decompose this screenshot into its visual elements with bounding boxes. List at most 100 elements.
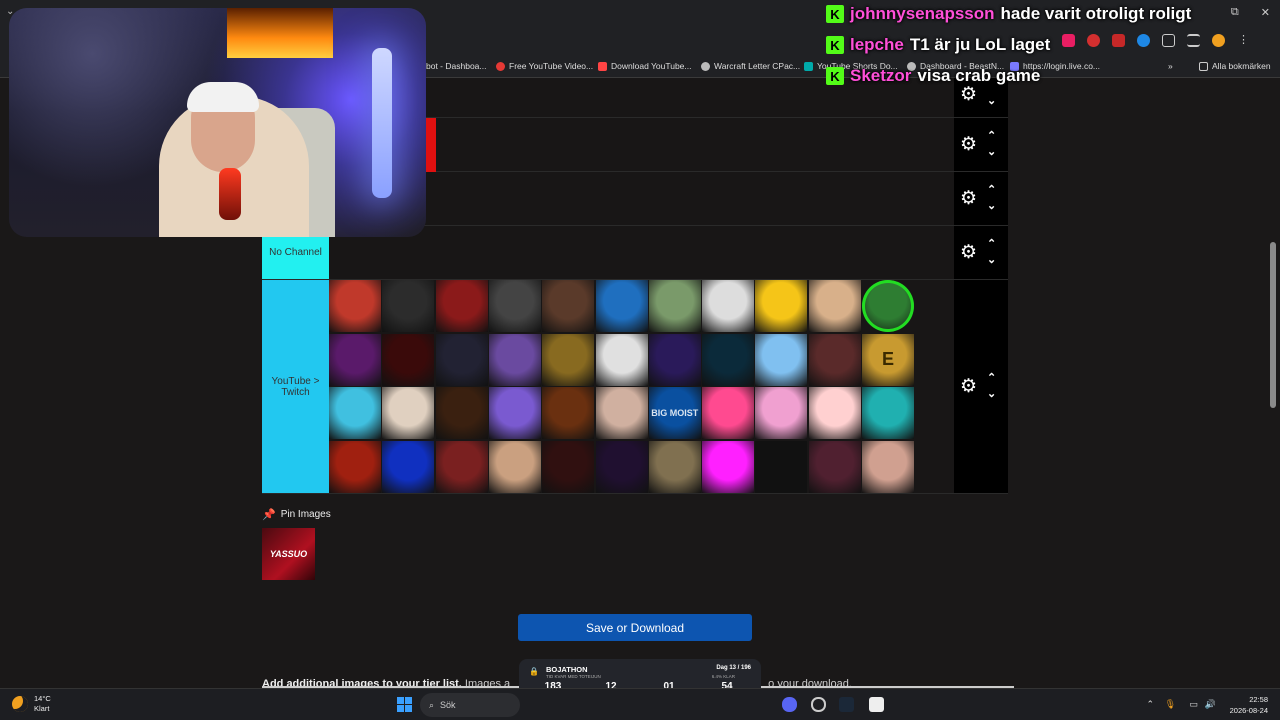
tier-image-tile[interactable] [488,280,541,332]
tier-image-tile[interactable] [542,387,595,439]
tier-image-tile[interactable] [595,387,648,439]
gear-icon[interactable]: ⚙ [960,377,978,396]
tier-image-tile[interactable] [329,387,381,439]
tier-image-tile[interactable] [808,280,861,332]
bookmark-overflow-chevron[interactable]: » [1168,61,1173,71]
profile-avatar[interactable] [1212,34,1225,47]
tier-image-tile[interactable]: BIG MOIST [648,387,701,439]
tier-image-tile[interactable] [542,280,595,332]
tier-image-tile[interactable] [542,440,595,493]
extension-icon[interactable] [1062,34,1075,47]
bookmark-item[interactable]: Download YouTube... [598,61,692,71]
extension-icon[interactable] [1137,34,1150,47]
bookmark-item[interactable]: Warcraft Letter CPac... [701,61,800,71]
tier-image-tile[interactable] [595,440,648,493]
all-bookmarks-button[interactable]: Alla bokmärken [1199,61,1271,71]
scrollbar-thumb[interactable] [1270,242,1276,408]
partial-tile[interactable] [426,118,436,172]
tier-image-tile[interactable] [808,387,861,439]
obs-icon[interactable] [811,697,826,712]
tier-image-tile[interactable] [702,280,755,332]
tier-image-tile[interactable] [329,280,381,332]
tier-image-tile[interactable] [542,333,595,386]
bookmark-item[interactable]: Free YouTube Video... [496,61,593,71]
windows-start-icon[interactable] [397,697,412,712]
bookmark-item[interactable]: bot - Dashboa... [426,61,486,71]
tier-image-tile[interactable] [702,333,755,386]
tier-image-tile[interactable] [808,440,861,493]
gear-icon[interactable]: ⚙ [960,243,978,262]
tier-image-tile[interactable] [329,440,381,493]
extension-icon[interactable] [1112,34,1125,47]
puzzle-icon[interactable] [1162,34,1175,47]
move-down-icon[interactable]: ⌄ [987,96,999,107]
tier-image-tile[interactable] [862,387,914,439]
app-icon[interactable] [869,697,884,712]
reading-list-icon[interactable] [1187,34,1200,47]
restore-icon[interactable]: ⧉ [1231,6,1239,19]
tier-image-tile[interactable] [488,333,541,386]
extension-icon[interactable] [1087,34,1100,47]
taskbar-search[interactable]: ⌕ Sök [420,693,520,717]
tier-image-tile[interactable] [808,333,861,386]
page-scrollbar[interactable] [1270,82,1276,682]
steam-icon[interactable] [839,697,854,712]
save-download-button[interactable]: Save or Download [518,614,752,641]
move-down-icon[interactable]: ⌄ [987,201,999,212]
tier-image-tile[interactable] [488,387,541,439]
tier-image-tile[interactable] [755,333,808,386]
tile-text: BIG MOIST [651,408,699,418]
tier-image-tile[interactable] [755,280,808,332]
volume-icon[interactable]: 🔊 [1205,699,1216,710]
move-up-icon[interactable]: ⌃ [987,373,999,384]
extensions-row: ⋮ [1062,34,1250,47]
pin-images-toggle[interactable]: 📌 Pin Images [262,508,331,521]
move-down-icon[interactable]: ⌄ [987,389,999,400]
tier-image-tile[interactable] [755,387,808,439]
tier-image-tile[interactable] [435,333,488,386]
taskbar-clock[interactable]: 22:58 2026-08-24 [1230,694,1268,716]
tier-image-tile[interactable] [435,440,488,493]
folder-icon [1199,61,1208,71]
tier-controls: ⚙ ⌃ ⌄ [954,118,1008,171]
network-icon[interactable]: ▭ [1189,699,1198,710]
tray-overflow-icon[interactable]: ⌃ [1146,699,1154,710]
gear-icon[interactable]: ⚙ [960,135,978,154]
tier-image-tile[interactable] [595,280,648,332]
move-up-icon[interactable]: ⌃ [987,185,999,196]
tier-image-tile[interactable] [648,440,701,493]
tier-image-tile[interactable] [862,280,914,332]
tier-image-tile[interactable] [329,333,381,386]
download-favicon-icon [598,61,607,71]
move-up-icon[interactable]: ⌃ [987,131,999,142]
tier-image-tile[interactable] [488,440,541,493]
tier-image-tile[interactable] [382,280,435,332]
tier-image-tile[interactable] [382,387,435,439]
tier-image-tile[interactable] [435,387,488,439]
tier-image-tile[interactable] [702,440,755,493]
tier-image-tile[interactable] [702,387,755,439]
tier-image-tile[interactable] [382,333,435,386]
discord-icon[interactable] [782,697,797,712]
weather-widget[interactable]: 14°C Klart [12,694,51,714]
tier-image-tile[interactable] [648,280,701,332]
close-window-icon[interactable]: ✕ [1261,6,1270,19]
move-down-icon[interactable]: ⌄ [987,255,999,266]
move-down-icon[interactable]: ⌄ [987,147,999,158]
tier-image-tile[interactable] [755,440,808,493]
tier-image-tile[interactable] [595,333,648,386]
tier-image-tile[interactable] [435,280,488,332]
move-up-icon[interactable]: ⌃ [987,239,999,250]
tier-image-tile[interactable]: E [862,333,914,386]
pinned-image-yassuo[interactable]: YASSUO [262,528,315,580]
tier-image-tile[interactable] [648,333,701,386]
tier-items-dropzone[interactable]: E BIG MOIST [329,280,954,493]
tier-label[interactable]: YouTube > Twitch [262,280,329,493]
more-menu-icon[interactable]: ⋮ [1237,34,1250,47]
kick-badge-icon: K [826,36,844,54]
microphone-icon[interactable]: 🎙 [1165,699,1176,710]
gear-icon[interactable]: ⚙ [960,189,978,208]
tier-image-tile[interactable] [862,440,914,493]
gear-icon[interactable]: ⚙ [960,85,978,104]
tier-image-tile[interactable] [382,440,435,493]
